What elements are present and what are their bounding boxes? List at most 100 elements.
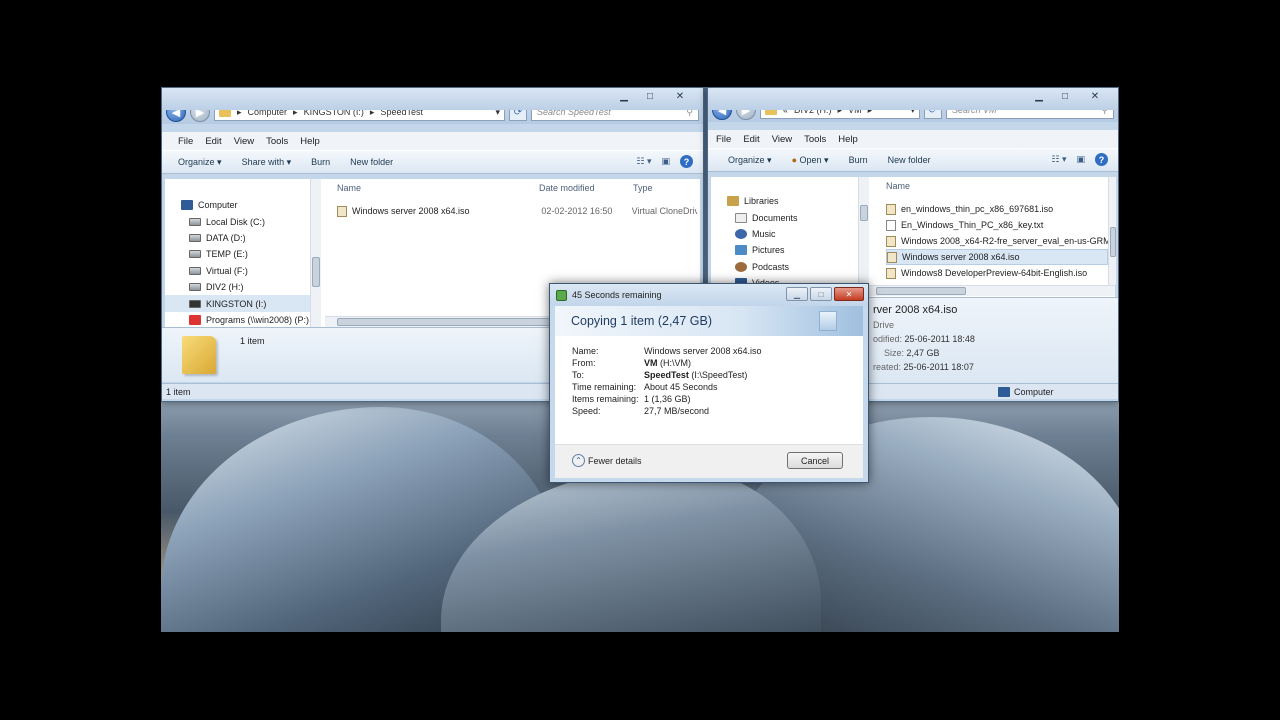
- maximize-button[interactable]: □: [1052, 88, 1078, 104]
- view-options-icon[interactable]: ☷ ▾: [636, 156, 651, 167]
- nav-drive[interactable]: DATA (D:): [165, 230, 320, 246]
- minimize-button[interactable]: ▁: [786, 287, 808, 301]
- scroll-thumb[interactable]: [1110, 227, 1116, 257]
- nav-drive-selected[interactable]: KINGSTON (I:): [165, 295, 320, 312]
- open-button[interactable]: ● Open ▾: [792, 155, 829, 166]
- preview-pane-icon[interactable]: ▣: [1076, 154, 1085, 165]
- file-row-selected[interactable]: Windows server 2008 x64.iso: [886, 249, 1108, 265]
- column-header-name[interactable]: Name: [886, 177, 1096, 195]
- menu-view[interactable]: View: [772, 134, 792, 145]
- file-list-scrollbar[interactable]: [1108, 177, 1116, 285]
- disc-image-icon: [886, 267, 896, 279]
- drive-icon: [189, 233, 201, 242]
- disc-image-icon: [337, 205, 347, 217]
- dialog-footer: ⌃ Fewer details Cancel: [555, 444, 863, 478]
- speed-row: Speed: 27,7 MB/second: [572, 406, 710, 416]
- maximize-button[interactable]: □: [637, 88, 663, 104]
- minimize-button[interactable]: ▁: [611, 88, 637, 104]
- nav-computer[interactable]: Computer: [165, 197, 320, 213]
- nav-scrollbar[interactable]: [310, 179, 321, 327]
- items-remaining-row: Items remaining: 1 (1,36 GB): [572, 394, 691, 404]
- nav-network-drive[interactable]: Programs (\\win2008) (P:): [165, 312, 320, 328]
- drive-icon: [189, 266, 201, 275]
- documents-icon: [735, 212, 747, 223]
- menu-help[interactable]: Help: [300, 136, 320, 147]
- view-options-icon[interactable]: ☷ ▾: [1051, 154, 1066, 165]
- file-row[interactable]: Windows server 2008 x64.iso 02-02-2012 1…: [337, 203, 697, 219]
- menu-file[interactable]: File: [716, 134, 731, 145]
- chevron-up-icon: ⌃: [572, 454, 585, 467]
- disconnected-drive-icon: [189, 314, 201, 325]
- nav-scrollbar[interactable]: [858, 177, 869, 297]
- to-row: To: SpeedTest (I:\SpeedTest): [572, 370, 748, 380]
- dialog-title-bar[interactable]: 45 Seconds remaining ▁ □ ✕: [550, 284, 868, 306]
- burn-button[interactable]: Burn: [849, 155, 868, 165]
- menu-file[interactable]: File: [178, 136, 193, 147]
- navigation-pane: Computer Local Disk (C:) DATA (D:) TEMP …: [165, 179, 321, 327]
- close-button[interactable]: ✕: [663, 88, 697, 104]
- disc-image-icon: [887, 251, 897, 263]
- details-file-type: Drive: [873, 320, 895, 330]
- nav-libraries[interactable]: Libraries: [711, 193, 860, 209]
- horizontal-scrollbar[interactable]: [866, 285, 1115, 296]
- maximize-button[interactable]: □: [810, 287, 832, 301]
- menu-edit[interactable]: Edit: [205, 136, 221, 147]
- from-link[interactable]: VM: [644, 358, 658, 368]
- column-header-type[interactable]: Type: [633, 179, 693, 197]
- fewer-details-button[interactable]: ⌃ Fewer details: [572, 454, 642, 467]
- file-row[interactable]: Windows8 DeveloperPreview-64bit-English.…: [886, 265, 1108, 281]
- file-row[interactable]: Windows 2008_x64-R2-fre_server_eval_en-u…: [886, 233, 1108, 249]
- scroll-thumb[interactable]: [876, 287, 966, 295]
- drive-icon: [189, 283, 201, 292]
- nav-drive[interactable]: TEMP (E:): [165, 246, 320, 262]
- menu-help[interactable]: Help: [838, 134, 858, 145]
- column-header-name[interactable]: Name: [337, 179, 487, 197]
- time-remaining-row: Time remaining: About 45 Seconds: [572, 382, 718, 392]
- preview-pane-icon[interactable]: ▣: [661, 156, 670, 167]
- nav-drive[interactable]: Virtual (F:): [165, 263, 320, 279]
- minimize-button[interactable]: ▁: [1026, 88, 1052, 104]
- nav-drive[interactable]: Local Disk (C:): [165, 213, 320, 229]
- menu-tools[interactable]: Tools: [804, 134, 826, 145]
- to-link[interactable]: SpeedTest: [644, 370, 689, 380]
- details-item-count: 1 item: [240, 336, 265, 346]
- column-header-date[interactable]: Date modified: [539, 179, 619, 197]
- nav-drive[interactable]: DIV2 (H:): [165, 279, 320, 295]
- nav-pictures[interactable]: Pictures: [711, 242, 860, 258]
- usb-drive-icon: [189, 299, 201, 308]
- scroll-thumb[interactable]: [860, 205, 868, 221]
- music-icon: [735, 228, 747, 239]
- organize-button[interactable]: Organize ▾: [178, 157, 222, 168]
- new-folder-button[interactable]: New folder: [350, 157, 393, 167]
- close-button[interactable]: ✕: [1078, 88, 1112, 104]
- computer-icon: [181, 200, 193, 211]
- menu-view[interactable]: View: [234, 136, 254, 147]
- new-folder-button[interactable]: New folder: [888, 155, 931, 165]
- content-area: Libraries Documents Music Pictures Podca…: [711, 177, 1116, 297]
- name-row: Name: Windows server 2008 x64.iso: [572, 346, 762, 356]
- burn-button[interactable]: Burn: [311, 157, 330, 167]
- file-row[interactable]: En_Windows_Thin_PC_x86_key.txt: [886, 217, 1108, 233]
- copy-progress-dialog: 45 Seconds remaining ▁ □ ✕ Copying 1 ite…: [549, 283, 869, 483]
- help-icon[interactable]: ?: [1095, 153, 1108, 166]
- computer-icon: [998, 386, 1010, 397]
- close-button[interactable]: ✕: [834, 287, 864, 301]
- nav-podcasts[interactable]: Podcasts: [711, 259, 860, 275]
- dialog-body: Copying 1 item (2,47 GB) Name: Windows se…: [555, 306, 863, 478]
- menu-tools[interactable]: Tools: [266, 136, 288, 147]
- help-icon[interactable]: ?: [680, 155, 693, 168]
- title-bar[interactable]: ▁ □ ✕: [708, 88, 1118, 110]
- organize-button[interactable]: Organize ▾: [728, 155, 772, 166]
- nav-music[interactable]: Music: [711, 226, 860, 242]
- menu-edit[interactable]: Edit: [743, 134, 759, 145]
- nav-documents[interactable]: Documents: [711, 209, 860, 225]
- title-bar[interactable]: ▁ □ ✕: [162, 88, 703, 110]
- podcasts-icon: [735, 261, 747, 272]
- share-with-button[interactable]: Share with ▾: [242, 157, 292, 168]
- cancel-button[interactable]: Cancel: [787, 452, 843, 469]
- from-row: From: VM (H:\VM): [572, 358, 692, 368]
- file-row[interactable]: en_windows_thin_pc_x86_697681.iso: [886, 201, 1108, 217]
- libraries-icon: [727, 196, 739, 207]
- document-icon: [819, 311, 837, 331]
- scroll-thumb[interactable]: [312, 257, 320, 287]
